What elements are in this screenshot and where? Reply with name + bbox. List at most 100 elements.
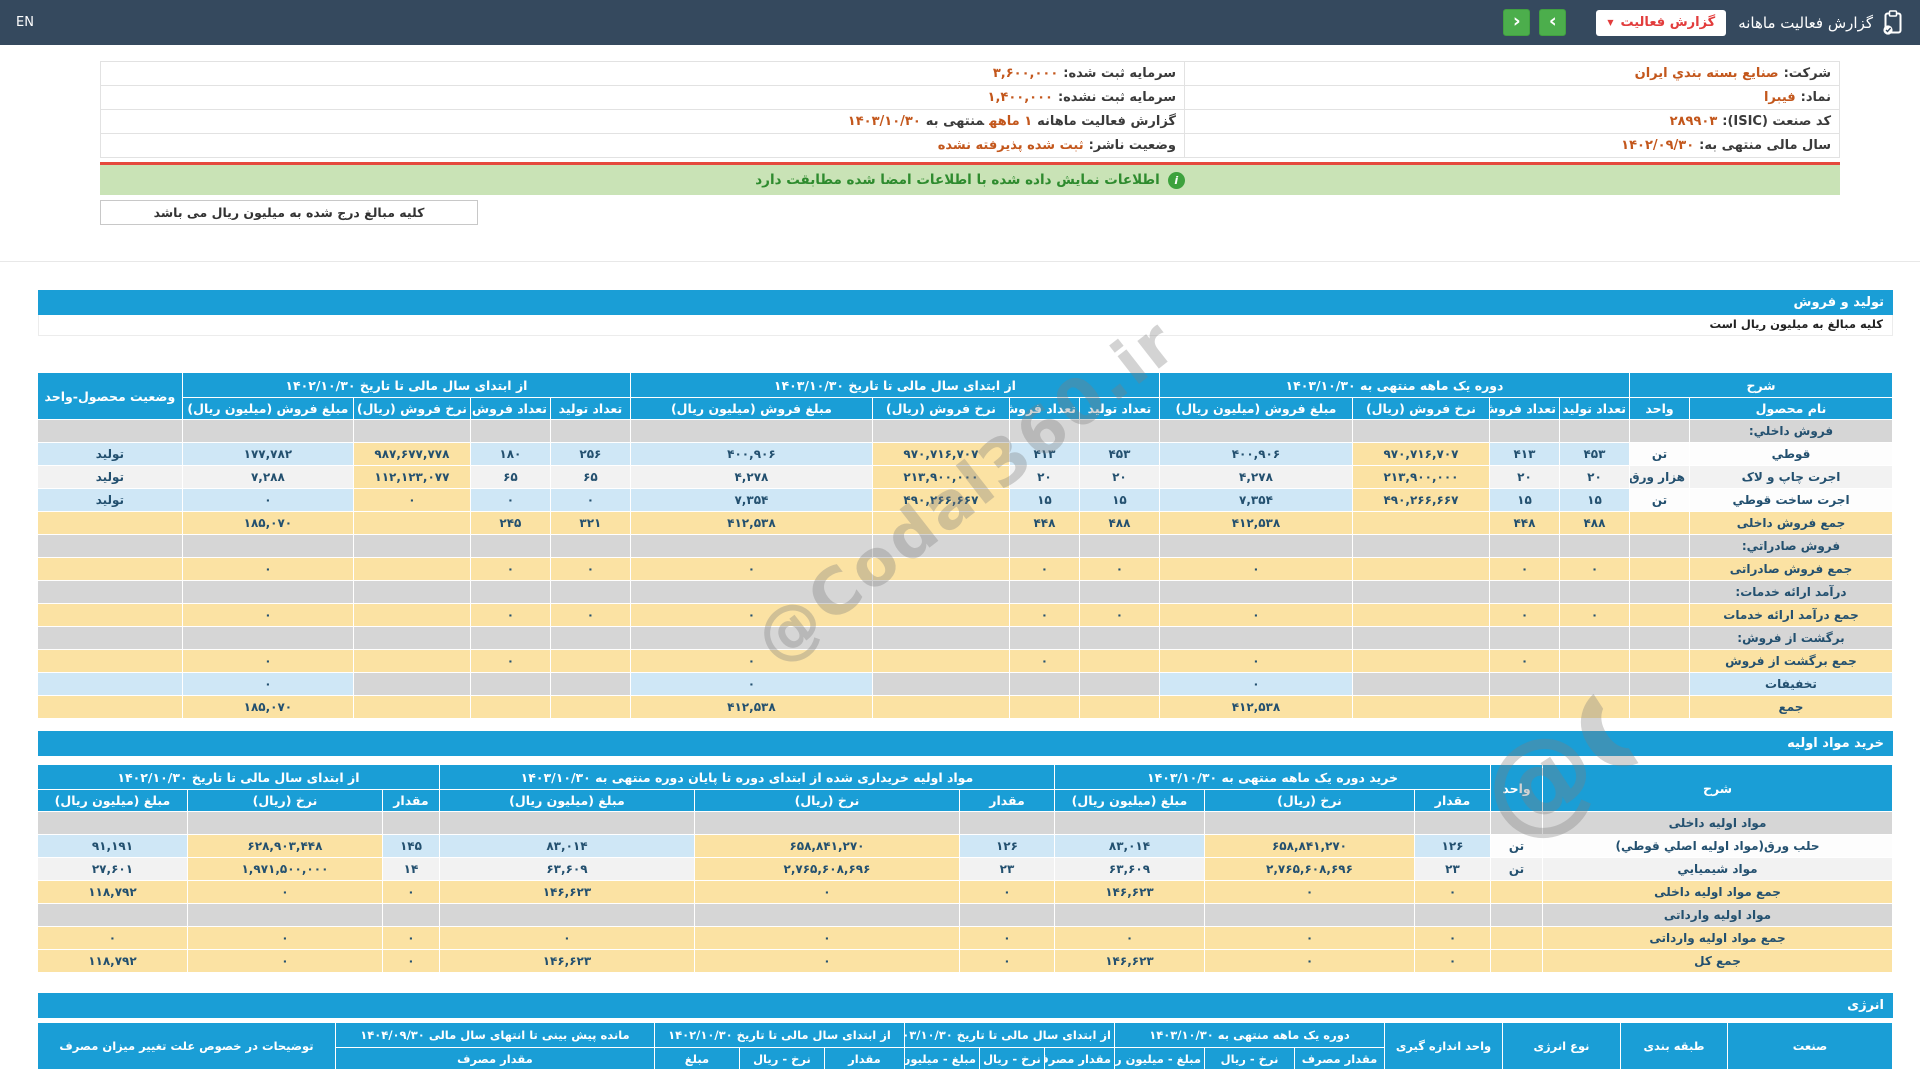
value-cell: ۴۱۲,۵۳۸ [1159,512,1352,535]
cell [1559,627,1629,650]
chevron-left-button[interactable]: ‹ [1503,9,1530,36]
cell [630,627,872,650]
report-type-button[interactable]: گزارش فعالیت ▼ [1596,10,1726,36]
cell [630,420,872,443]
value-cell: ۶۳,۶۰۹ [439,858,694,881]
value-cell: ۱۴۶,۶۲۳ [439,881,694,904]
value-cell: ۰ [182,558,353,581]
value-cell: ۰ [550,558,630,581]
cell [1205,904,1415,927]
table-row: فروش داخلي: [37,420,1892,443]
table-row: برگشت از فروش: [37,627,1892,650]
value-cell: ۴۹۰,۲۶۶,۶۶۷ [872,489,1009,512]
column-header: نرخ - ریال [1205,1048,1295,1070]
section-title: خرید مواد اولیه [1787,736,1884,751]
cell [470,420,550,443]
value-cell: ۱۸۵,۰۷۰ [182,696,353,719]
value-cell: ۴۸۸ [1079,512,1159,535]
row-label-cell: اجرت ساخت قوطي [1690,489,1893,512]
cell [1489,581,1559,604]
value-cell: ۶۵ [550,466,630,489]
value-cell: ۴۰۰,۹۰۶ [630,443,872,466]
value-cell [872,512,1009,535]
value-cell [872,650,1009,673]
value-cell: ۰ [1054,927,1204,950]
value-cell: ۱۱۲,۱۲۳,۰۷۷ [353,466,470,489]
company-field: سال مالی منتهی به:۱۴۰۲/۰۹/۳۰ [1185,134,1840,158]
value-cell: ۰ [1009,650,1079,673]
data-table: شرحدوره یک ماهه منتهی به ۱۴۰۳/۱۰/۳۰از اب… [37,372,1893,719]
value-cell: ۰ [1559,558,1629,581]
unit-cell [1491,950,1543,973]
report-body: تولید و فروش کلیه مبالغ به میلیون ریال ا… [38,290,1893,1070]
row-label-cell: جمع فروش داخلی [1690,512,1893,535]
column-group-header: از ابتدای سال مالی تا تاریخ ۱۴۰۲/۱۰/۳۰ [182,373,630,398]
value-cell [1079,650,1159,673]
cell [1079,627,1159,650]
value-cell: ۱۵ [1559,489,1629,512]
column-header: واحد [1629,398,1689,420]
value-cell: ۰ [187,881,382,904]
company-field: سرمایه ثبت شده:۳,۶۰۰,۰۰۰ [101,62,1185,86]
cell [694,812,959,835]
value-cell: ۱,۹۷۱,۵۰۰,۰۰۰ [187,858,382,881]
table-row: اجرت ساخت قوطيتن۱۵۱۵۴۹۰,۲۶۶,۶۶۷۷,۳۵۴۱۵۱۵… [37,489,1892,512]
value-cell [1079,696,1159,719]
cell [1629,535,1689,558]
value-cell: ۹۷۰,۷۱۶,۷۰۷ [872,443,1009,466]
company-header: شرکت:صنایع بسته بندي ایرانسرمایه ثبت شده… [100,61,1840,225]
value-cell: ۴,۲۷۸ [1159,466,1352,489]
cell [37,535,182,558]
value-cell: ۲۱۳,۹۰۰,۰۰۰ [872,466,1009,489]
row-label-cell: اجرت چاپ و لاک [1690,466,1893,489]
info-icon: i [1168,172,1185,189]
value-cell: ۰ [1205,881,1415,904]
table-row: جمع برگشت از فروش۰۰۰۰۰۰ [37,650,1892,673]
value-cell [1352,650,1489,673]
column-header: مقدار مصرف [1044,1048,1114,1070]
value-cell: ۰ [1489,558,1559,581]
cell [550,535,630,558]
cell [550,581,630,604]
unit-cell: تن [1491,835,1543,858]
value-cell: ۷,۳۵۴ [630,489,872,512]
row-section-label: مواد اولیه وارداتی [1543,904,1893,927]
cell [182,535,353,558]
row-label-cell: جمع برگشت از فروش [1690,650,1893,673]
chevron-right-button[interactable]: › [1539,9,1566,36]
value-cell [550,696,630,719]
value-cell: ۲۳ [1415,858,1491,881]
value-cell: ۱۱۸,۷۹۲ [37,881,187,904]
value-cell: ۰ [187,950,382,973]
status-cell: تولید [37,443,182,466]
value-cell [1489,696,1559,719]
value-cell: ۱۵ [1489,489,1559,512]
value-cell: ۰ [1009,558,1079,581]
cell [1491,812,1543,835]
column-header: مبلغ فروش (میلیون ریال) [1159,398,1352,420]
cell [182,581,353,604]
status-cell: تولید [37,466,182,489]
value-cell [1352,558,1489,581]
value-cell: ۰ [382,927,439,950]
column-group-header: مواد اولیه خریداری شده از ابتدای دوره تا… [439,765,1054,790]
row-label-cell: جمع کل [1543,950,1893,973]
value-cell [470,673,550,696]
value-cell: ۰ [182,604,353,627]
value-cell: ۲۵۶ [550,443,630,466]
status-cell [37,650,182,673]
value-cell: ۶۵۸,۸۴۱,۲۷۰ [1205,835,1415,858]
column-header: مبلغ فروش (میلیون ریال) [182,398,353,420]
cell [550,420,630,443]
value-cell: ۰ [470,489,550,512]
language-toggle-en[interactable]: EN [16,15,34,30]
value-cell: ۲۰ [1559,466,1629,489]
column-header: مبلغ (میلیون ریال) [37,790,187,812]
section-title: تولید و فروش [1794,295,1884,310]
cell [1629,420,1689,443]
column-group-header: توضیحات در خصوص علت تغییر میزان مصرف [37,1023,335,1070]
column-header: مبلغ (میلیون ریال) [439,790,694,812]
cell [959,812,1054,835]
value-cell: ۰ [470,604,550,627]
column-group-header: از ابتدای سال مالی تا تاریخ ۱۴۰۳/۱۰/۳۰ [630,373,1159,398]
